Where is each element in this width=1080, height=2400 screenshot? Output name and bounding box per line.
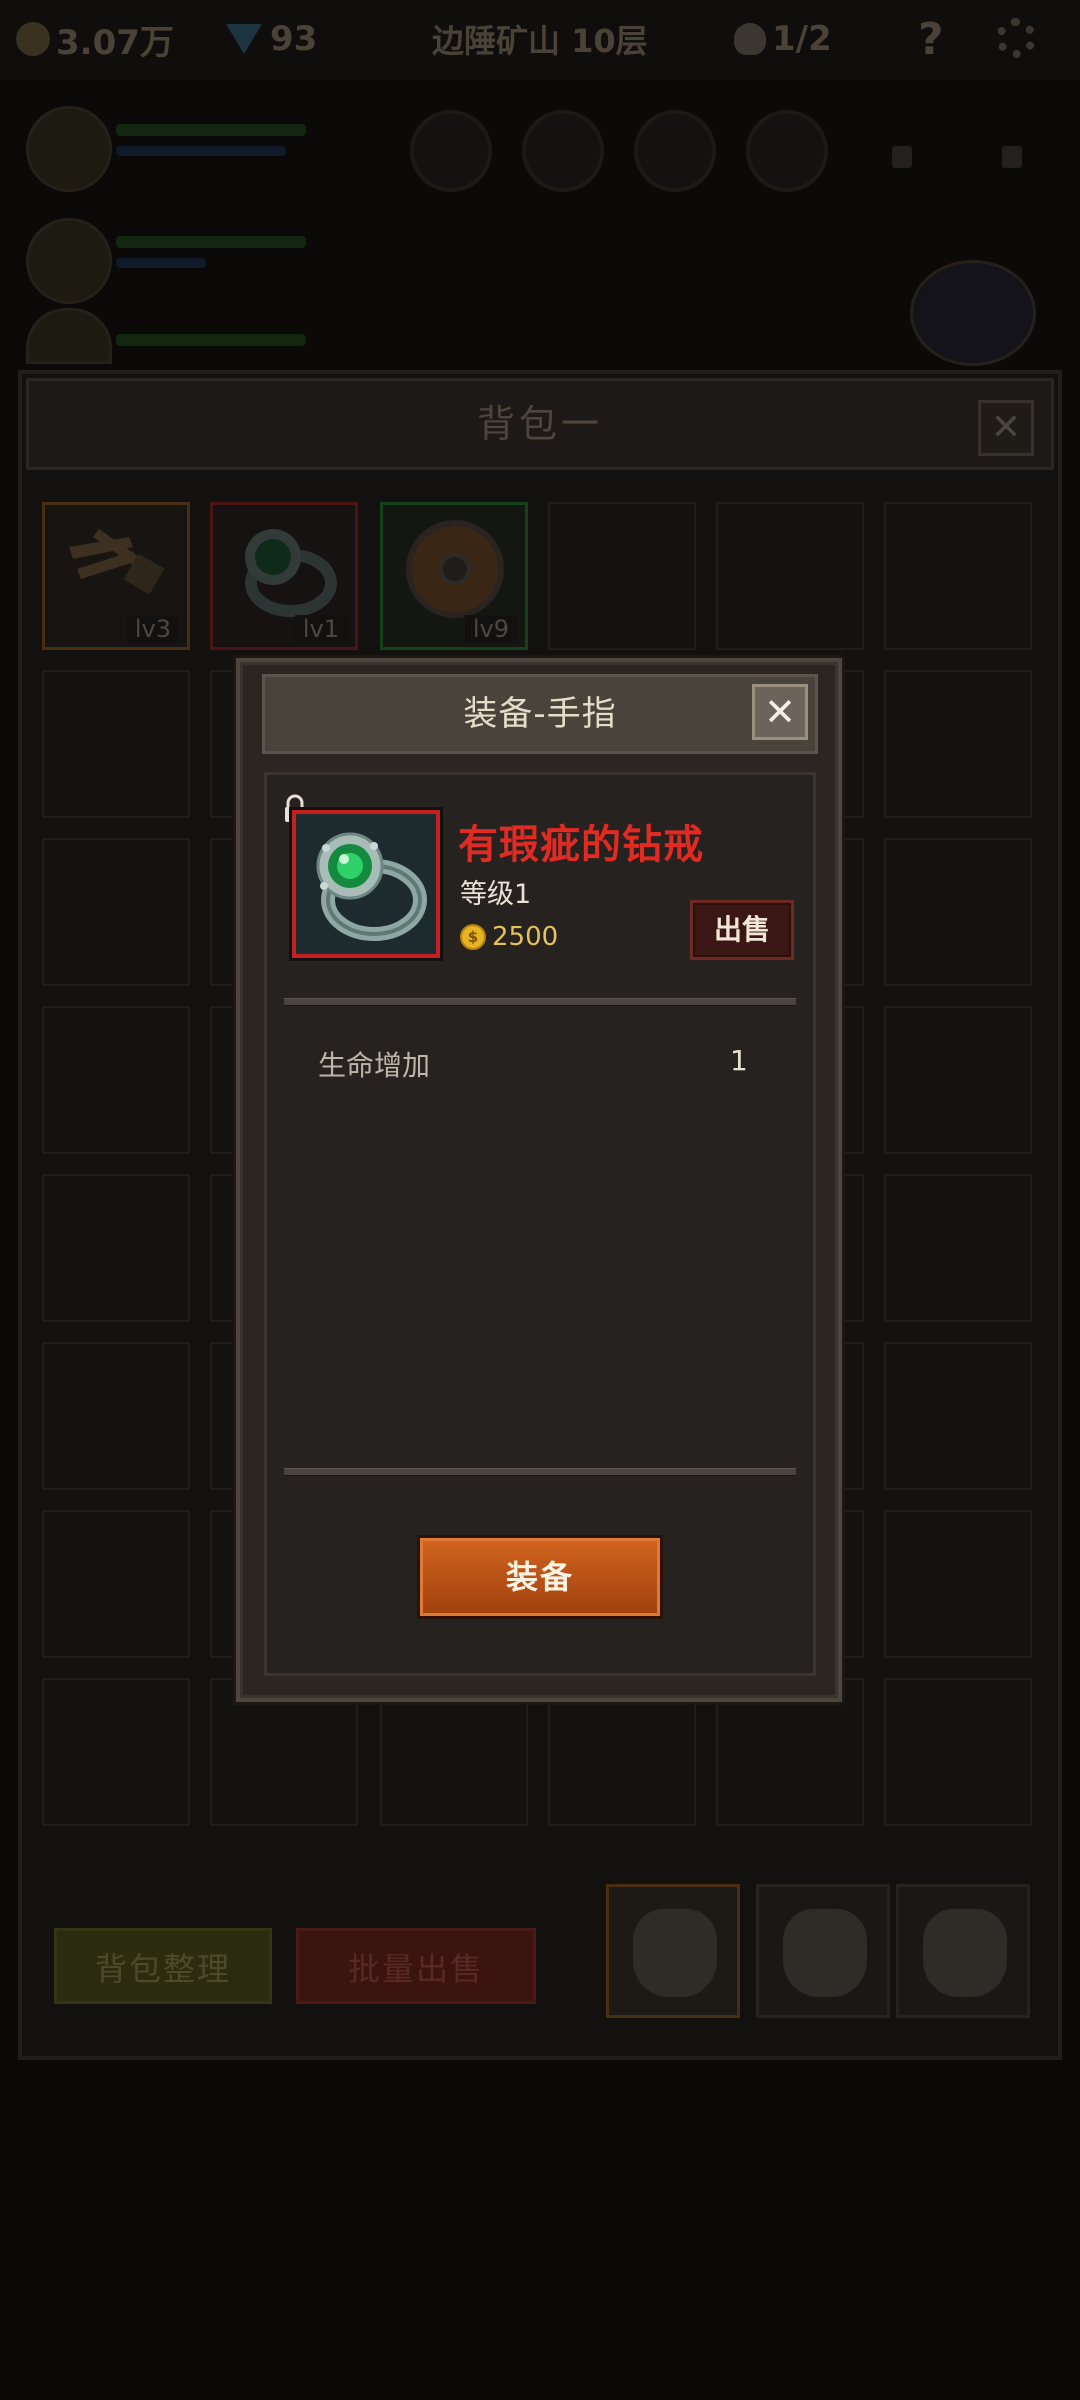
skill-slot — [746, 110, 828, 192]
backpack-slot[interactable] — [548, 502, 696, 650]
backpack-slot[interactable]: lv9 — [380, 502, 528, 650]
ring-icon — [245, 529, 337, 617]
skill-slot — [410, 110, 492, 192]
item-level: 等级1 — [460, 879, 532, 910]
item-price: 2500 — [492, 922, 559, 952]
hero-avatar — [26, 106, 112, 192]
sack-icon — [633, 1909, 717, 1997]
dialog-close-button[interactable]: ✕ — [752, 684, 808, 740]
backpack-tab-3[interactable] — [896, 1884, 1030, 2018]
gold-coin-icon: $ — [460, 924, 486, 950]
item-icon-frame — [292, 810, 440, 958]
kill-value: 1/2 — [772, 19, 832, 59]
settings-gear-icon[interactable] — [996, 18, 1036, 58]
item-level-badge: lv3 — [126, 615, 179, 643]
hero-mp-bar — [116, 146, 286, 156]
gem-counter: 93 — [226, 14, 317, 64]
sort-backpack-button[interactable]: 背包整理 — [54, 1928, 272, 2004]
gem-icon — [226, 24, 262, 54]
skill-slot — [522, 110, 604, 192]
hero-mp-bar — [116, 258, 206, 268]
gem-value: 93 — [270, 19, 318, 59]
stat-name: 生命增加 — [318, 1049, 431, 1082]
backpack-slot[interactable] — [716, 502, 864, 650]
item-level-badge: lv9 — [464, 615, 517, 643]
backpack-slot[interactable] — [884, 1510, 1032, 1658]
backpack-tab-2[interactable] — [756, 1884, 890, 2018]
hero-hp-bar — [116, 124, 306, 136]
location-label: 边陲矿山 10层 — [432, 22, 648, 60]
equip-button[interactable]: 装备 — [420, 1538, 660, 1616]
backpack-slot[interactable] — [42, 1174, 190, 1322]
backpack-slot[interactable] — [884, 838, 1032, 986]
hero-hp-bar — [116, 236, 306, 248]
sack-icon — [783, 1909, 867, 1997]
hero-avatar — [26, 308, 112, 364]
lock-icon — [892, 146, 912, 168]
backpack-slot[interactable]: lv3 — [42, 502, 190, 650]
backpack-slot[interactable] — [42, 670, 190, 818]
lock-icon — [1002, 146, 1022, 168]
help-button[interactable]: ? — [918, 14, 944, 65]
backpack-slot[interactable] — [42, 1342, 190, 1490]
backpack-slot[interactable] — [884, 1174, 1032, 1322]
stat-value: 1 — [730, 1044, 748, 1077]
item-name: 有瑕疵的钻戒 — [458, 822, 704, 868]
round-shield-icon — [406, 520, 504, 618]
backpack-slot[interactable] — [884, 502, 1032, 650]
backpack-slot[interactable] — [884, 1678, 1032, 1826]
hero-avatar — [26, 218, 112, 304]
skull-icon — [734, 23, 766, 55]
backpack-slot[interactable] — [42, 1678, 190, 1826]
item-level-badge: lv1 — [294, 615, 347, 643]
sack-icon — [923, 1909, 1007, 1997]
backpack-slot[interactable] — [884, 1342, 1032, 1490]
kill-counter: 1/2 — [734, 14, 832, 64]
backpack-slot[interactable] — [884, 670, 1032, 818]
backpack-tab-1[interactable] — [606, 1884, 740, 2018]
backpack-title: 背包一 — [476, 402, 603, 446]
gold-coin-icon — [16, 22, 50, 56]
dialog-title: 装备-手指 — [463, 694, 617, 734]
backpack-slot[interactable] — [884, 1006, 1032, 1154]
divider — [284, 998, 796, 1006]
backpack-slot[interactable]: lv1 — [210, 502, 358, 650]
gold-counter: 3.07万 — [16, 14, 174, 64]
batch-sell-button[interactable]: 批量出售 — [296, 1928, 536, 2004]
boss-portrait — [910, 260, 1036, 366]
backpack-close-button[interactable]: ✕ — [978, 400, 1034, 456]
divider — [284, 1468, 796, 1476]
backpack-slot[interactable] — [42, 1510, 190, 1658]
backpack-slot[interactable] — [42, 1006, 190, 1154]
team-row — [0, 90, 1080, 366]
wooden-club-icon — [69, 529, 165, 595]
gold-value: 3.07万 — [56, 22, 174, 63]
ring-icon — [296, 814, 436, 954]
backpack-slot[interactable] — [42, 838, 190, 986]
skill-slot — [634, 110, 716, 192]
hero-hp-bar — [116, 334, 306, 346]
sell-button[interactable]: 出售 — [690, 900, 794, 960]
